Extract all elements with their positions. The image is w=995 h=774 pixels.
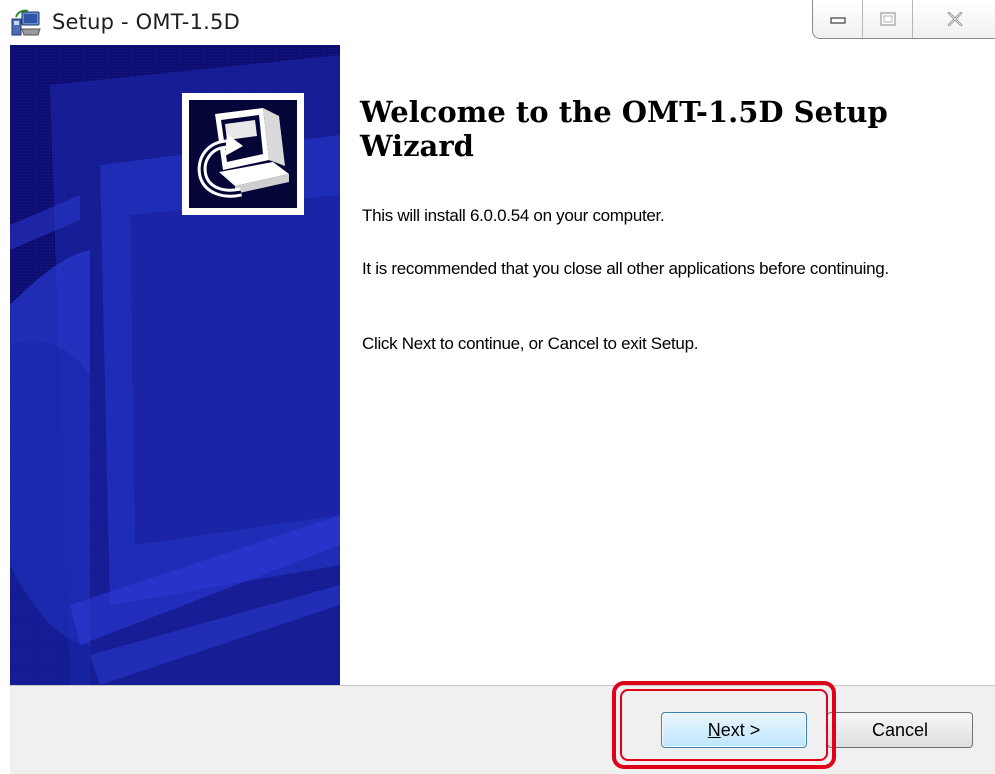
install-version-text: This will install 6.0.0.54 on your compu… [362, 206, 665, 225]
next-button[interactable]: Next > [661, 712, 807, 748]
wizard-welcome-page: Welcome to the OMT-1.5D Setup Wizard Thi… [10, 45, 995, 685]
minimize-icon [829, 17, 846, 24]
window-controls [812, 0, 995, 39]
close-button[interactable] [913, 0, 995, 38]
cancel-button[interactable]: Cancel [827, 712, 973, 748]
window-title: Setup - OMT-1.5D [52, 10, 240, 34]
wizard-side-banner [10, 45, 340, 685]
next-button-label: ext > [720, 719, 761, 740]
title-bar[interactable]: Setup - OMT-1.5D [0, 0, 995, 45]
wizard-button-bar: Next > Cancel [10, 685, 995, 774]
cancel-button-label: Cancel [871, 719, 929, 740]
computer-install-icon [197, 108, 289, 198]
next-cancel-instructions: Click Next to continue, or Cancel to exi… [362, 334, 699, 353]
maximize-button[interactable] [863, 0, 913, 38]
close-apps-recommendation: It is recommended that you close all oth… [362, 259, 889, 278]
wizard-logo [182, 93, 304, 215]
welcome-heading: Welcome to the OMT-1.5D Setup Wizard [360, 95, 888, 163]
wizard-content: Welcome to the OMT-1.5D Setup Wizard Thi… [360, 45, 995, 685]
close-icon [947, 12, 963, 26]
setup-installer-icon [10, 9, 42, 37]
maximize-icon [879, 12, 896, 26]
minimize-button[interactable] [813, 0, 863, 38]
next-button-mnemonic: N [707, 719, 721, 740]
